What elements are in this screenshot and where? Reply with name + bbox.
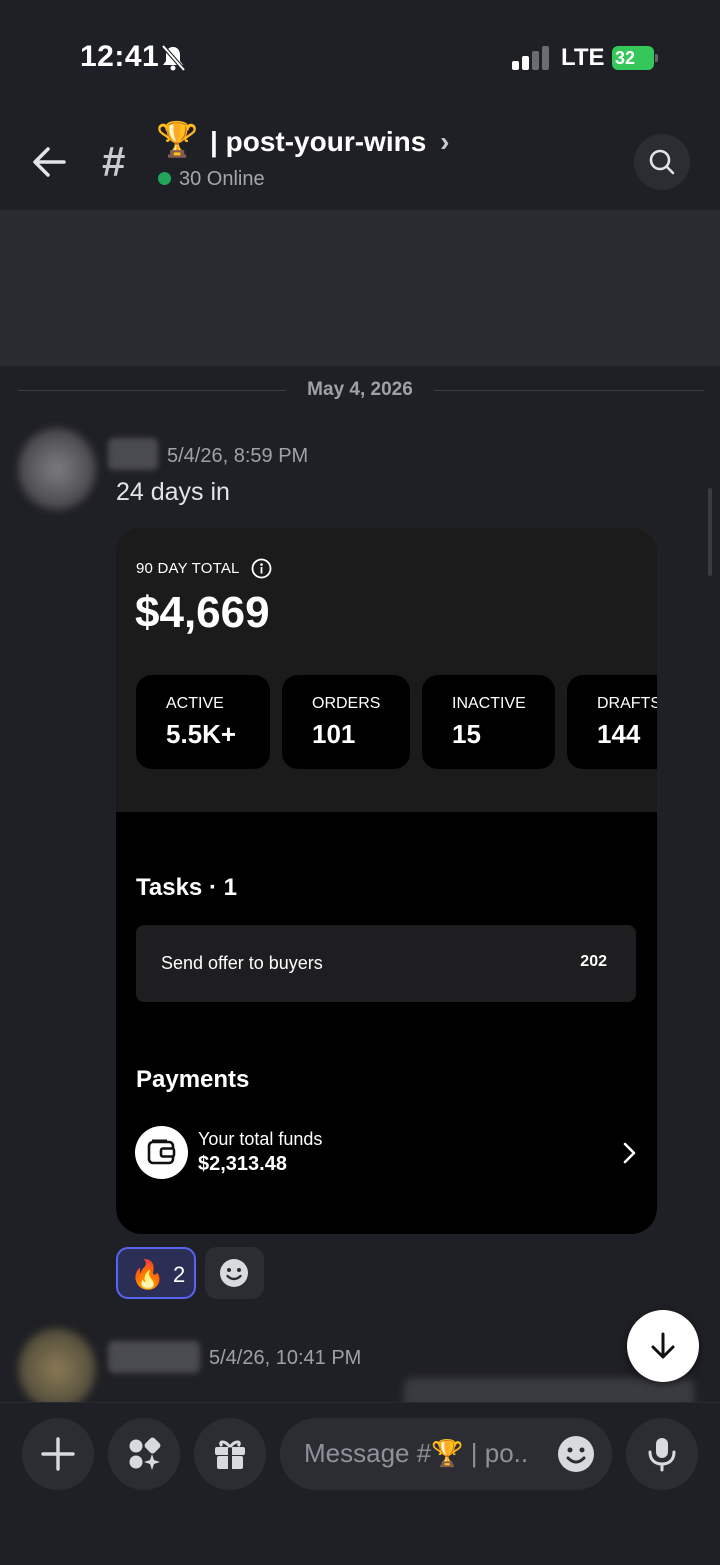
voice-message-button[interactable] <box>626 1418 698 1490</box>
scrollbar[interactable] <box>708 488 712 576</box>
reaction-fire[interactable]: 🔥 2 <box>116 1247 196 1299</box>
stat-label: ORDERS <box>312 695 381 712</box>
attach-button[interactable] <box>22 1418 94 1490</box>
online-count: 30 Online <box>179 168 265 190</box>
channel-banner <box>0 210 720 366</box>
apps-button[interactable] <box>108 1418 180 1490</box>
total-label: 90 DAY TOTAL <box>136 560 240 577</box>
jump-to-latest-button[interactable] <box>627 1310 699 1382</box>
channel-name-text: | post-your-wins <box>210 126 427 157</box>
task-row: Send offer to buyers 202 <box>136 925 636 1002</box>
stat-value: 15 <box>452 719 481 749</box>
attached-image[interactable]: 90 DAY TOTAL $4,669 ACTIVE 5.5K+ ORDERS … <box>116 528 657 1234</box>
channel-header: # 🏆 | post-your-wins › 30 Online <box>0 110 720 210</box>
gift-icon <box>215 1440 245 1469</box>
message-text: 24 days in <box>116 478 230 506</box>
hash-icon: # <box>102 138 126 185</box>
back-arrow-icon[interactable] <box>28 140 72 184</box>
smiley-add-icon <box>220 1259 248 1287</box>
funds-value: $2,313.48 <box>198 1153 287 1175</box>
online-status-dot <box>158 172 171 185</box>
chevron-right-icon <box>623 1142 636 1164</box>
chevron-right-icon: › <box>440 126 450 157</box>
card-summary: 90 DAY TOTAL $4,669 ACTIVE 5.5K+ ORDERS … <box>116 528 657 812</box>
info-icon <box>251 558 272 579</box>
status-time: 12:41 <box>80 40 160 73</box>
stat-orders: ORDERS 101 <box>282 675 410 769</box>
task-count: 202 <box>580 953 607 970</box>
message-timestamp: 5/4/26, 10:41 PM <box>209 1347 362 1369</box>
task-label: Send offer to buyers <box>161 953 323 973</box>
message-placeholder: Message #🏆 | po.. <box>304 1438 529 1468</box>
stat-label: ACTIVE <box>166 695 224 712</box>
username-redacted[interactable] <box>108 438 158 470</box>
emoji-picker-icon[interactable] <box>556 1434 596 1474</box>
battery-level: 32 <box>615 48 636 68</box>
stat-active: ACTIVE 5.5K+ <box>136 675 270 769</box>
gift-button[interactable] <box>194 1418 266 1490</box>
plus-icon <box>41 1437 75 1471</box>
stat-drafts: DRAFTS 144 <box>567 675 657 769</box>
search-icon <box>649 149 675 175</box>
microphone-icon <box>648 1438 676 1472</box>
username-redacted[interactable] <box>108 1341 200 1373</box>
avatar[interactable] <box>18 428 96 510</box>
wallet-icon <box>147 1139 176 1165</box>
apps-sparkle-icon <box>129 1437 161 1470</box>
add-reaction-button[interactable] <box>205 1247 264 1299</box>
stat-value: 5.5K+ <box>166 719 237 749</box>
arrow-down-icon <box>651 1332 675 1359</box>
total-value: $4,669 <box>135 588 270 637</box>
search-button[interactable] <box>634 134 690 190</box>
battery-icon: 32 <box>612 46 658 70</box>
tasks-heading: Tasks · 1 <box>136 874 237 901</box>
network-type: LTE <box>561 44 605 71</box>
divider-line <box>18 390 286 391</box>
avatar[interactable] <box>18 1328 96 1410</box>
channel-title[interactable]: | post-your-wins › <box>210 126 449 158</box>
stat-inactive: INACTIVE 15 <box>422 675 555 769</box>
status-bar: 12:41 LTE 32 <box>0 0 720 110</box>
stat-label: INACTIVE <box>452 695 526 712</box>
reaction-count: 2 <box>173 1262 186 1287</box>
stat-value: 101 <box>312 719 356 749</box>
payments-heading: Payments <box>136 1066 250 1093</box>
bell-muted-icon <box>161 44 186 72</box>
signal-icon <box>512 46 549 70</box>
stat-value: 144 <box>597 719 641 749</box>
message-timestamp: 5/4/26, 8:59 PM <box>167 445 309 467</box>
trophy-icon: 🏆 <box>156 121 199 159</box>
wallet-icon-circle <box>135 1126 188 1179</box>
message-input[interactable]: Message #🏆 | po.. <box>280 1418 612 1490</box>
chat-screen: 12:41 LTE 32 # 🏆 | post-your-wins › 30 O… <box>0 0 720 1565</box>
date-divider: May 4, 2026 <box>307 379 413 400</box>
fire-emoji: 🔥 <box>130 1259 165 1290</box>
divider-line <box>434 390 704 391</box>
funds-label: Your total funds <box>198 1129 323 1149</box>
stat-label: DRAFTS <box>597 695 657 712</box>
